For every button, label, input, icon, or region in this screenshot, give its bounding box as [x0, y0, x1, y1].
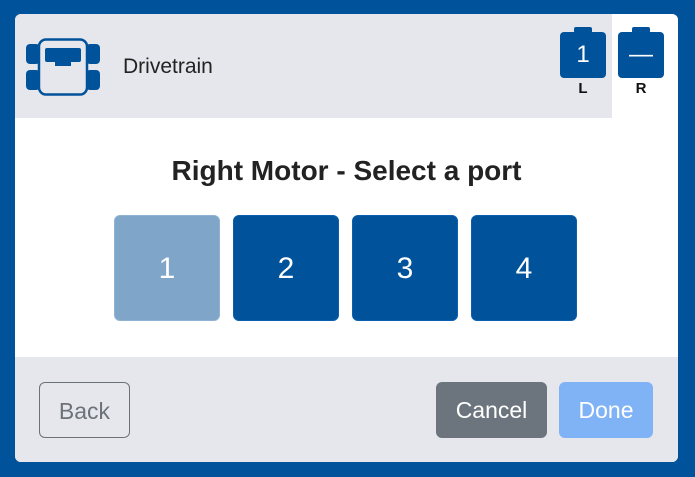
port-4-button[interactable]: 4 — [471, 215, 577, 321]
port-1-button[interactable]: 1 — [114, 215, 220, 321]
right-port-label: R — [635, 80, 647, 97]
back-button[interactable]: Back — [39, 382, 130, 438]
dialog-footer: Back Cancel Done — [15, 357, 678, 462]
port-3-button[interactable]: 3 — [352, 215, 458, 321]
left-port-value: 1 — [560, 27, 606, 78]
right-port-value: — — [618, 27, 664, 78]
port-2-button[interactable]: 2 — [233, 215, 339, 321]
right-motor-port-tab[interactable]: — R — [618, 27, 664, 97]
dialog-prompt: Right Motor - Select a port — [171, 155, 522, 186]
left-port-label: L — [578, 80, 588, 97]
device-title: Drivetrain — [123, 55, 213, 78]
left-motor-port-tab[interactable]: 1 L — [560, 27, 606, 97]
dialog-header: Drivetrain 1 L — [15, 14, 612, 118]
port-select-dialog: Drivetrain 1 L — R Right Motor - Select … — [15, 14, 678, 462]
cancel-button[interactable]: Cancel — [436, 382, 547, 438]
drivetrain-icon — [26, 38, 100, 96]
done-button[interactable]: Done — [559, 382, 653, 438]
